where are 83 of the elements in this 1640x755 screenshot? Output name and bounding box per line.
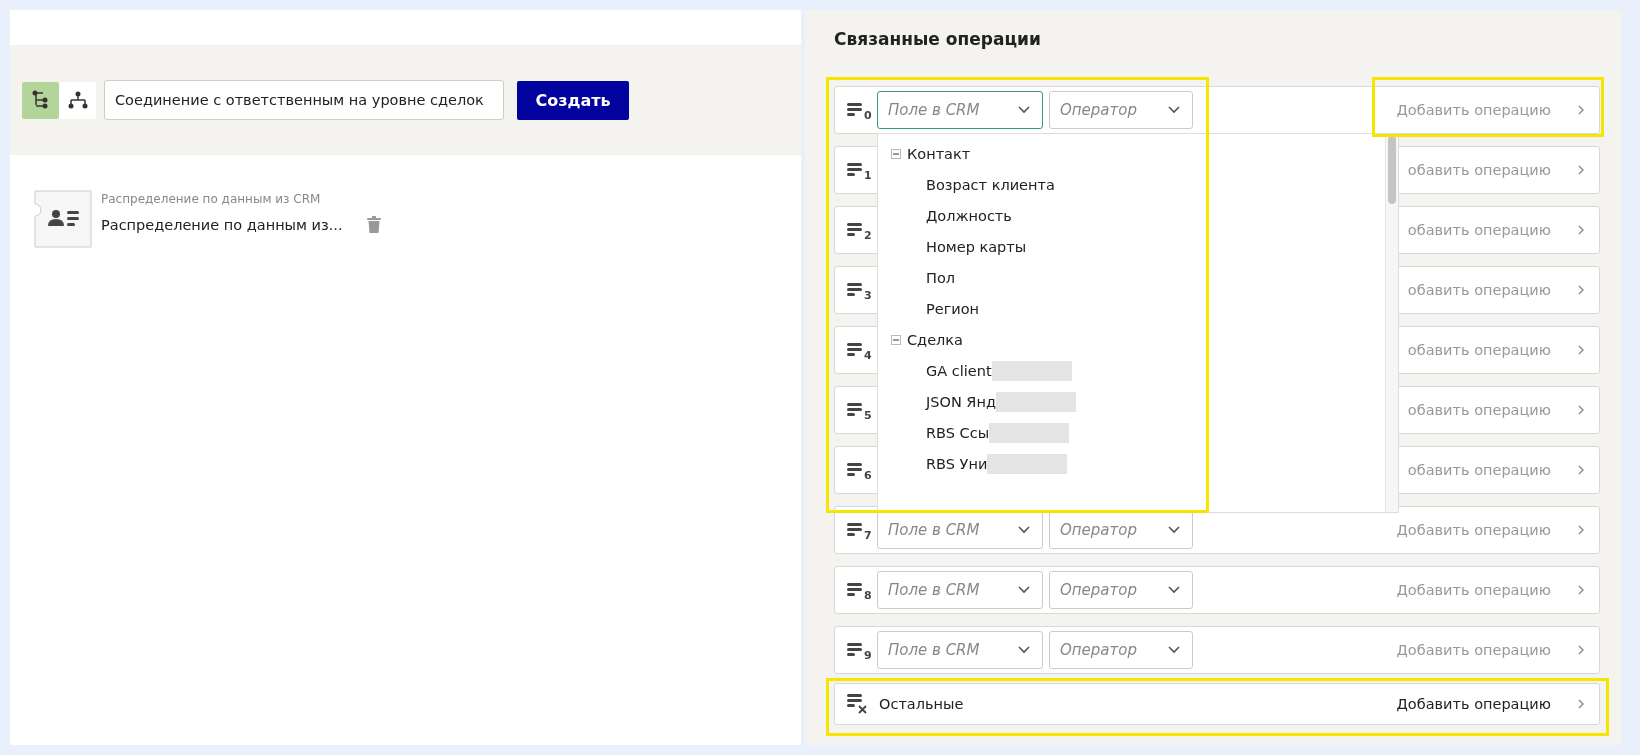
crm-field-select[interactable]: Поле в CRM	[877, 91, 1043, 129]
row-number: 3	[864, 289, 872, 302]
add-operation-button[interactable]: Добавить операцию	[1396, 684, 1599, 724]
list-remove-icon[interactable]	[847, 694, 869, 714]
tree-view-toggle[interactable]	[22, 81, 59, 119]
list-icon[interactable]	[847, 103, 863, 117]
row-number: 2	[864, 229, 872, 242]
add-operation-button[interactable]: обавить операцию	[1407, 207, 1599, 253]
chevron-down-icon	[1168, 646, 1180, 654]
group-label[interactable]: Сделка	[907, 331, 963, 348]
list-icon[interactable]	[847, 343, 863, 357]
chevron-down-icon	[1168, 526, 1180, 534]
row-number: 0	[864, 109, 872, 122]
field-option[interactable]: Возраст клиента	[926, 176, 1055, 193]
operator-select[interactable]: Оператор	[1049, 571, 1193, 609]
crm-field-select[interactable]: Поле в CRM	[877, 631, 1043, 669]
chevron-right-icon	[1577, 344, 1585, 356]
add-operation-button[interactable]: обавить операцию	[1407, 447, 1599, 493]
chevron-right-icon	[1577, 404, 1585, 416]
operator-select[interactable]: Оператор	[1049, 511, 1193, 549]
add-operation-button[interactable]: обавить операцию	[1407, 147, 1599, 193]
chevron-down-icon	[1018, 526, 1030, 534]
hierarchy-icon	[66, 90, 89, 110]
chevron-right-icon	[1577, 464, 1585, 476]
row-label: Остальные	[879, 696, 964, 712]
field-option[interactable]: JSON Янд	[926, 393, 996, 410]
chevron-right-icon	[1577, 284, 1585, 296]
chevron-right-icon	[1577, 524, 1585, 536]
crm-field-select[interactable]: Поле в CRM	[877, 571, 1043, 609]
list-icon[interactable]	[847, 523, 863, 537]
row-number: 4	[864, 349, 872, 362]
list-icon[interactable]	[847, 163, 863, 177]
section-title: Связанные операции	[834, 28, 1042, 51]
add-operation-button[interactable]: Добавить операцию	[1396, 87, 1599, 133]
chevron-down-icon	[1018, 646, 1030, 654]
chevron-right-icon	[1577, 224, 1585, 236]
collapse-toggle[interactable]	[891, 148, 901, 159]
row-number: 7	[864, 529, 872, 542]
operator-select[interactable]: Оператор	[1049, 631, 1193, 669]
chevron-right-icon	[1577, 164, 1585, 176]
row-number: 1	[864, 169, 872, 182]
chevron-down-icon	[1168, 586, 1180, 594]
field-option[interactable]: Пол	[926, 269, 956, 286]
chevron-right-icon	[1577, 104, 1585, 116]
scrollbar[interactable]	[1385, 134, 1398, 512]
add-operation-button[interactable]: обавить операцию	[1407, 387, 1599, 433]
row-number: 6	[864, 469, 872, 482]
field-option[interactable]: RBS Ссы	[926, 424, 990, 441]
add-operation-button[interactable]: Добавить операцию	[1396, 567, 1599, 613]
chevron-right-icon	[1577, 584, 1585, 596]
field-option[interactable]: Регион	[926, 300, 980, 317]
crm-field-select[interactable]: Поле в CRM	[877, 511, 1043, 549]
row-number: 9	[864, 649, 872, 662]
add-operation-button[interactable]: обавить операцию	[1407, 327, 1599, 373]
list-icon[interactable]	[847, 223, 863, 237]
field-option[interactable]: GA client	[926, 362, 992, 379]
name-input[interactable]: Соединение с ответственным на уровне сделок	[104, 80, 504, 120]
hierarchy-view-toggle[interactable]	[59, 81, 96, 119]
chevron-down-icon	[1018, 586, 1030, 594]
row-number: 5	[864, 409, 872, 422]
block-caption: Распределение по данным из CRM	[101, 192, 322, 206]
add-operation-button[interactable]: обавить операцию	[1407, 267, 1599, 313]
collapse-toggle[interactable]	[891, 334, 901, 345]
field-option[interactable]: Номер карты	[926, 238, 1027, 255]
chevron-right-icon	[1577, 698, 1585, 710]
chevron-down-icon	[1018, 106, 1030, 114]
chevron-right-icon	[1577, 644, 1585, 656]
list-icon[interactable]	[847, 463, 863, 477]
group-label[interactable]: Контакт	[907, 145, 971, 162]
list-icon[interactable]	[847, 403, 863, 417]
field-option[interactable]: RBS Уни	[926, 455, 988, 472]
list-icon[interactable]	[847, 643, 863, 657]
trash-icon[interactable]	[366, 216, 381, 233]
row-number: 8	[864, 589, 872, 602]
add-operation-button[interactable]: Добавить операцию	[1396, 627, 1599, 673]
operator-select[interactable]: Оператор	[1049, 91, 1193, 129]
chevron-down-icon	[1168, 106, 1180, 114]
list-icon[interactable]	[847, 283, 863, 297]
contact-card-icon[interactable]	[34, 190, 92, 248]
list-icon[interactable]	[847, 583, 863, 597]
block-title[interactable]: Распределение по данным из...	[101, 216, 343, 233]
create-button[interactable]: Создать	[517, 80, 629, 120]
field-option[interactable]: Должность	[926, 207, 1012, 224]
